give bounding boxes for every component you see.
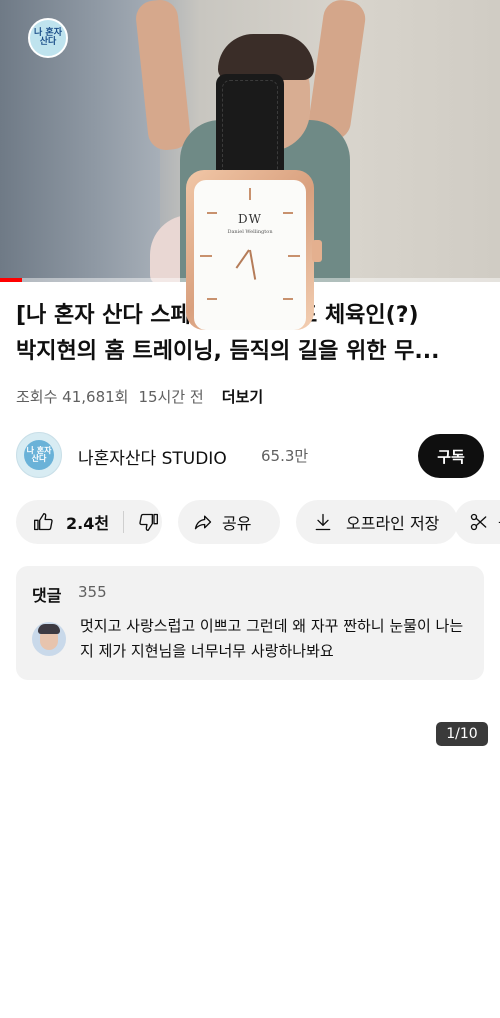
watch-index-8 <box>207 298 217 300</box>
show-logo-badge: 나 혼자 산다 <box>28 18 68 58</box>
clip-button[interactable]: 클 <box>454 500 500 544</box>
share-arrow-icon <box>192 511 214 533</box>
comments-count: 355 <box>78 583 107 601</box>
subscriber-count: 65.3만 <box>261 447 309 465</box>
comments-header: 댓글 <box>32 586 62 605</box>
thumbs-down-icon[interactable] <box>138 511 160 533</box>
watch-crown <box>312 240 322 262</box>
download-icon <box>312 511 334 533</box>
watch-index-9 <box>200 255 212 257</box>
watch-dial-logo: DW <box>238 212 262 226</box>
channel-avatar-logo: 나 혼자 산다 <box>24 440 54 470</box>
view-count: 조회수 41,681회 <box>16 388 129 406</box>
watch-index-2 <box>283 212 293 214</box>
watch-index-10 <box>207 212 217 214</box>
action-bar: 2.4천 공유 오프라인 저장 클 <box>16 500 500 544</box>
upload-age: 15시간 전 <box>138 388 204 406</box>
watch-strap-stitching <box>222 80 278 184</box>
watch-dial-brand-text: Daniel Wellington <box>227 229 273 235</box>
comments-panel[interactable]: 댓글 355 멋지고 사랑스럽고 이쁘고 그런데 왜 자꾸 짠하니 눈물이 나는… <box>16 566 484 680</box>
watch-index-3 <box>288 255 300 257</box>
like-count[interactable]: 2.4천 <box>66 510 109 534</box>
video-curtain <box>0 0 160 282</box>
video-title-line-2: 박지현의 홈 트레이닝, 듬직의 길을 위한 무... <box>16 339 440 364</box>
share-label: 공유 <box>222 514 252 533</box>
more-button[interactable]: 더보기 <box>222 388 263 406</box>
download-label: 오프라인 저장 <box>346 514 440 533</box>
share-button[interactable]: 공유 <box>178 500 280 544</box>
ad-carousel[interactable]: 1/10 <box>0 700 500 1018</box>
scissors-icon <box>468 511 490 533</box>
commenter-avatar <box>32 622 66 656</box>
channel-row[interactable]: 나 혼자 산다 나혼자산다 STUDIO 65.3만 구독 <box>16 432 484 480</box>
channel-name[interactable]: 나혼자산다 STUDIO <box>78 444 227 469</box>
thumbs-up-icon[interactable] <box>32 511 54 533</box>
subscribe-button[interactable]: 구독 <box>418 434 484 478</box>
commenter-avatar-hair <box>38 624 60 634</box>
download-button[interactable]: 오프라인 저장 <box>296 500 458 544</box>
top-comment-text: 멋지고 사랑스럽고 이쁘고 그런데 왜 자꾸 짠하니 눈물이 나는지 제가 지현… <box>80 617 464 660</box>
channel-avatar[interactable]: 나 혼자 산다 <box>16 432 62 478</box>
ad-slide-counter: 1/10 <box>436 722 488 746</box>
watch-index-12 <box>249 188 251 200</box>
video-meta[interactable]: 조회수 41,681회 15시간 전 더보기 <box>16 386 273 407</box>
like-dislike-pill: 2.4천 <box>16 500 162 544</box>
like-divider <box>123 511 125 533</box>
watch-index-4 <box>283 298 293 300</box>
